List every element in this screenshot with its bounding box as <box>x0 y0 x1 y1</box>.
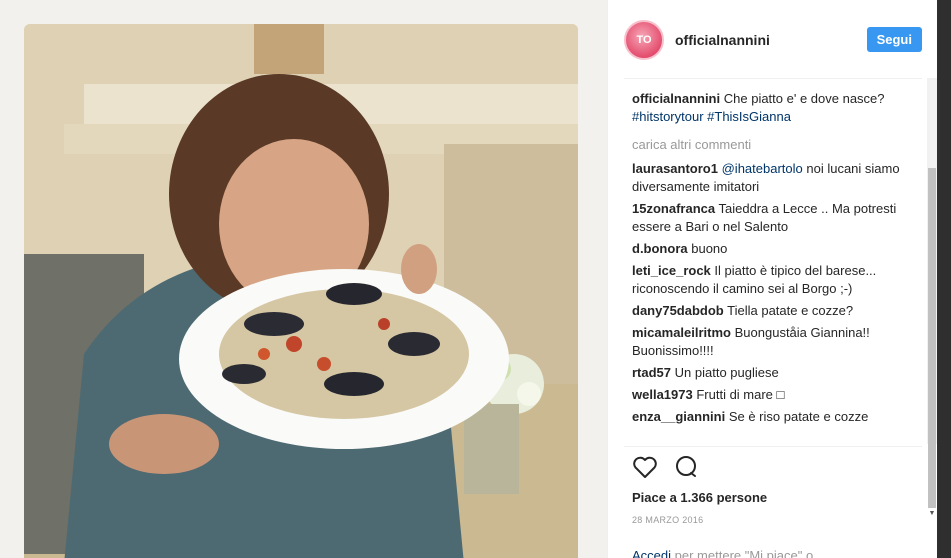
comment-item: wella1973 Frutti di mare □ <box>632 386 922 404</box>
caption-text: Che piatto e' e dove nasce? <box>723 91 885 106</box>
comment-username[interactable]: 15zonafranca <box>632 201 715 216</box>
caption: officialnannini Che piatto e' e dove nas… <box>632 90 922 126</box>
post-actions <box>632 455 698 483</box>
caption-username[interactable]: officialnannini <box>632 91 720 106</box>
comment-username[interactable]: rtad57 <box>632 365 671 380</box>
likes-count[interactable]: Piace a 1.366 persone <box>632 490 767 505</box>
comment-icon[interactable] <box>674 455 698 484</box>
photo-panel <box>0 0 607 558</box>
comment-item: micamaleilritmo Buonguståia Giannina!! B… <box>632 324 922 360</box>
load-more-comments-link[interactable]: carica altri commenti <box>632 136 922 154</box>
post-photo[interactable] <box>24 24 578 558</box>
comment-text: Se è riso patate e cozze <box>728 409 869 424</box>
comment-text: Tiella patate e cozze? <box>727 303 854 318</box>
comment-username[interactable]: micamaleilritmo <box>632 325 731 340</box>
post-header: TO officialnannini Segui <box>624 16 922 64</box>
comment-text: Frutti di mare □ <box>696 387 785 402</box>
header-username[interactable]: officialnannini <box>675 32 770 48</box>
comment-username[interactable]: leti_ice_rock <box>632 263 711 278</box>
comment-item: rtad57 Un piatto pugliese <box>632 364 922 382</box>
avatar[interactable]: TO <box>624 20 664 60</box>
comment-item: laurasantoro1 @ihatebartolo noi lucani s… <box>632 160 922 196</box>
page-scrollbar[interactable] <box>937 0 951 558</box>
comment-item: leti_ice_rock Il piatto è tipico del bar… <box>632 262 922 298</box>
comment-username[interactable]: laurasantoro1 <box>632 161 718 176</box>
avatar-text: TO <box>636 34 652 46</box>
post-modal: TO officialnannini Segui officialnannini… <box>0 0 937 558</box>
comment-username[interactable]: wella1973 <box>632 387 693 402</box>
comment-item: dany75dabdob Tiella patate e cozze? <box>632 302 922 320</box>
comment-mention[interactable]: @ihatebartolo <box>722 161 803 176</box>
actions-divider <box>624 446 922 447</box>
comments-scrollbar[interactable]: ▼ <box>927 78 937 517</box>
header-divider <box>624 78 922 79</box>
follow-button[interactable]: Segui <box>866 27 922 52</box>
post-sidebar: TO officialnannini Segui officialnannini… <box>607 0 937 558</box>
login-prompt-text: per mettere "Mi piace" o <box>674 548 814 558</box>
comment-username[interactable]: enza__giannini <box>632 409 725 424</box>
login-prompt: Accedi per mettere "Mi piace" o <box>632 548 813 558</box>
comment-item: d.bonora buono <box>632 240 922 258</box>
post-date: 28 MARZO 2016 <box>632 515 704 525</box>
heart-icon[interactable] <box>632 455 658 484</box>
login-link[interactable]: Accedi <box>632 548 671 558</box>
comments-list: officialnannini Che piatto e' e dove nas… <box>632 90 922 444</box>
comment-item: enza__giannini Se è riso patate e cozze <box>632 408 922 426</box>
comment-text: Un piatto pugliese <box>674 365 779 380</box>
comments-scroll-thumb[interactable] <box>928 168 936 508</box>
photo-illustration <box>24 24 578 558</box>
comment-item: 15zonafranca Taieddra a Lecce .. Ma potr… <box>632 200 922 236</box>
comment-text: buono <box>691 241 728 256</box>
comment-username[interactable]: d.bonora <box>632 241 688 256</box>
caption-hashtags[interactable]: #hitstorytour #ThisIsGianna <box>632 109 791 124</box>
scroll-down-arrow-icon[interactable]: ▼ <box>928 509 936 519</box>
comment-username[interactable]: dany75dabdob <box>632 303 724 318</box>
